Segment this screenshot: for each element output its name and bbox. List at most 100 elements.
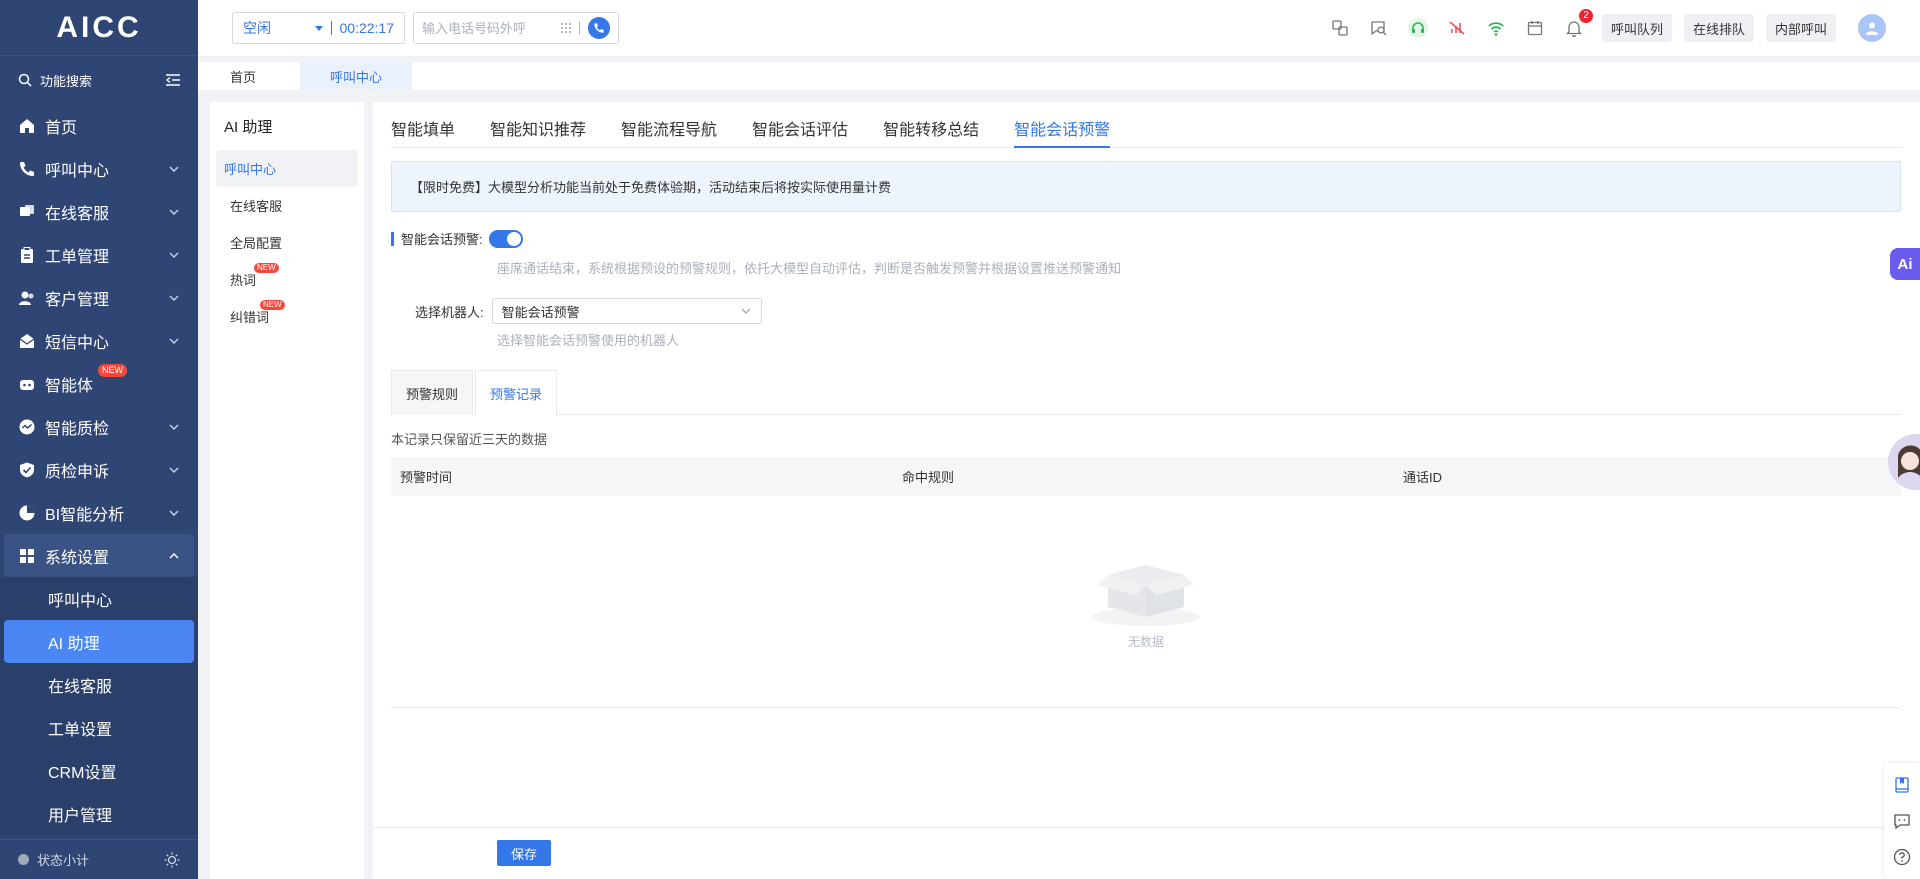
sidebar-item-appeal[interactable]: 质检申诉 — [0, 448, 198, 491]
shield-icon — [18, 461, 36, 479]
help-icon[interactable] — [1893, 848, 1911, 866]
sidebar-item-ticket[interactable]: 工单管理 — [0, 233, 198, 276]
agent-status-select[interactable]: 空闲 00:22:17 — [232, 12, 405, 44]
sidebar-item-label: 在线客服 — [45, 205, 110, 223]
menu-item-label: 热词 — [230, 273, 257, 288]
submenu-item-ai-assistant[interactable]: AI 助理 — [4, 620, 194, 663]
sidebar-item-call-center[interactable]: 呼叫中心 — [0, 147, 198, 190]
collapse-menu-icon[interactable] — [166, 74, 180, 86]
sidebar-item-quality[interactable]: 智能质检 — [0, 405, 198, 448]
ai-assistant-menu: AI 助理 呼叫中心 在线客服 全局配置 热词 NEW 纠错词 NEW — [210, 102, 364, 879]
sidebar-item-agent[interactable]: 智能体 NEW — [0, 362, 198, 405]
wifi-icon[interactable] — [1486, 18, 1506, 38]
save-button[interactable]: 保存 — [497, 840, 551, 866]
dial-box — [413, 12, 619, 44]
message-search-icon[interactable] — [1369, 18, 1389, 38]
home-icon — [18, 117, 36, 135]
sidebar-item-label: 工单管理 — [45, 248, 110, 266]
phone-icon — [594, 23, 604, 33]
column-header: 通话ID — [1403, 470, 1443, 485]
submenu-title: AI 助理 — [224, 118, 273, 136]
sidebar-item-customer[interactable]: 客户管理 — [0, 276, 198, 319]
tab-knowledge-recommend[interactable]: 智能知识推荐 — [490, 102, 586, 148]
headset-icon[interactable] — [1407, 18, 1428, 38]
tab-session-warning[interactable]: 智能会话预警 — [1014, 102, 1111, 148]
menu-item-label: 在线客服 — [230, 199, 283, 214]
menu-item-correction-words[interactable]: 纠错词 NEW — [216, 298, 358, 335]
search-icon — [18, 73, 32, 87]
chevron-down-icon — [169, 424, 179, 430]
robot-select-label: 选择机器人: — [415, 304, 484, 320]
page-tabs: 首页 呼叫中心 — [198, 62, 1920, 90]
sidebar-item-online-service[interactable]: 在线客服 — [0, 190, 198, 233]
system-settings-submenu: 呼叫中心 AI 助理 在线客服 工单设置 CRM设置 用户管理 — [0, 577, 198, 835]
menu-item-label: 呼叫中心 — [224, 162, 277, 177]
column-header: 预警时间 — [400, 470, 453, 485]
page-tab-home[interactable]: 首页 — [198, 62, 288, 90]
chevron-down-icon — [169, 338, 179, 344]
calendar-icon[interactable] — [1525, 18, 1545, 38]
function-search[interactable]: 功能搜索 — [0, 56, 198, 104]
chevron-up-icon — [169, 552, 179, 558]
sidebar-item-system-settings[interactable]: 系统设置 — [4, 534, 194, 577]
transfer-icon[interactable] — [1330, 18, 1350, 38]
warning-toggle[interactable] — [488, 229, 523, 248]
tab-flow-navigation[interactable]: 智能流程导航 — [621, 102, 717, 148]
status-summary[interactable]: 状态小计 — [0, 839, 198, 879]
ai-float-button[interactable]: Ai — [1890, 248, 1920, 280]
submenu-item-ticket-settings[interactable]: 工单设置 — [0, 706, 198, 749]
sidebar: AICC 功能搜索 首页 呼叫中心 在线客服 工单管理 客户管理 短信中心 智能… — [0, 0, 198, 879]
status-dot-icon — [18, 854, 29, 865]
warning-hint: 座席通话结束，系统根据预设的预警规则，依托大模型自动评估，判断是否触发预警并根据… — [497, 261, 1122, 276]
divider — [579, 21, 580, 35]
online-queue-button[interactable]: 在线排队 — [1683, 14, 1754, 42]
agent-status: 空闲 — [243, 20, 271, 36]
menu-item-online-service[interactable]: 在线客服 — [216, 187, 358, 224]
app-logo: AICC — [0, 0, 198, 56]
menu-item-hotwords[interactable]: 热词 NEW — [216, 261, 358, 298]
bell-icon[interactable]: 2 — [1564, 9, 1593, 38]
divider — [330, 21, 332, 35]
tab-warning-records[interactable]: 预警记录 — [475, 370, 558, 416]
tab-transfer-summary[interactable]: 智能转移总结 — [883, 102, 979, 148]
submenu-item-user-management[interactable]: 用户管理 — [0, 792, 198, 835]
submenu-item-crm-settings[interactable]: CRM设置 — [0, 749, 198, 792]
sidebar-item-label: 智能质检 — [45, 420, 110, 438]
avatar[interactable] — [1858, 14, 1886, 42]
record-tabs: 预警规则 预警记录 — [391, 370, 1902, 416]
pie-icon — [18, 504, 36, 522]
menu-item-call-center[interactable]: 呼叫中心 — [216, 150, 358, 187]
grid-icon — [18, 547, 36, 565]
submenu-item-call-center[interactable]: 呼叫中心 — [0, 577, 198, 620]
call-button[interactable] — [588, 17, 610, 39]
bookmark-icon[interactable] — [1893, 776, 1911, 794]
sidebar-item-label: BI智能分析 — [45, 506, 125, 524]
signal-off-icon[interactable] — [1447, 18, 1467, 38]
call-queue-button[interactable]: 呼叫队列 — [1601, 14, 1672, 42]
sidebar-item-home[interactable]: 首页 — [0, 104, 198, 147]
dial-input[interactable] — [422, 20, 553, 36]
phone-icon — [18, 160, 36, 178]
users-icon — [18, 289, 36, 307]
chat-bubble-icon[interactable] — [1893, 812, 1911, 830]
tab-warning-rules[interactable]: 预警规则 — [391, 370, 474, 415]
quality-icon — [18, 418, 36, 436]
tab-session-evaluation[interactable]: 智能会话评估 — [752, 102, 848, 148]
chevron-down-icon — [169, 166, 179, 172]
sidebar-item-bi[interactable]: BI智能分析 — [0, 491, 198, 534]
page-tab-call-center[interactable]: 呼叫中心 — [300, 62, 413, 90]
robot-select[interactable]: 智能会话预警 — [491, 298, 762, 324]
sidebar-item-sms[interactable]: 短信中心 — [0, 319, 198, 362]
retention-note: 本记录只保留近三天的数据 — [391, 432, 548, 447]
tab-smart-form[interactable]: 智能填单 — [391, 102, 455, 148]
warning-toggle-label: 智能会话预警: — [401, 232, 483, 247]
submenu-item-online-service[interactable]: 在线客服 — [0, 663, 198, 706]
empty-text: 无数据 — [1127, 635, 1164, 649]
function-tabs: 智能填单 智能知识推荐 智能流程导航 智能会话评估 智能转移总结 智能会话预警 — [391, 102, 1902, 148]
sun-icon[interactable] — [164, 852, 180, 868]
menu-item-global-config[interactable]: 全局配置 — [216, 224, 358, 261]
keypad-icon[interactable] — [559, 21, 573, 35]
new-badge: NEW — [254, 263, 279, 273]
sidebar-item-label: 客户管理 — [45, 291, 110, 309]
internal-call-button[interactable]: 内部呼叫 — [1765, 14, 1836, 42]
